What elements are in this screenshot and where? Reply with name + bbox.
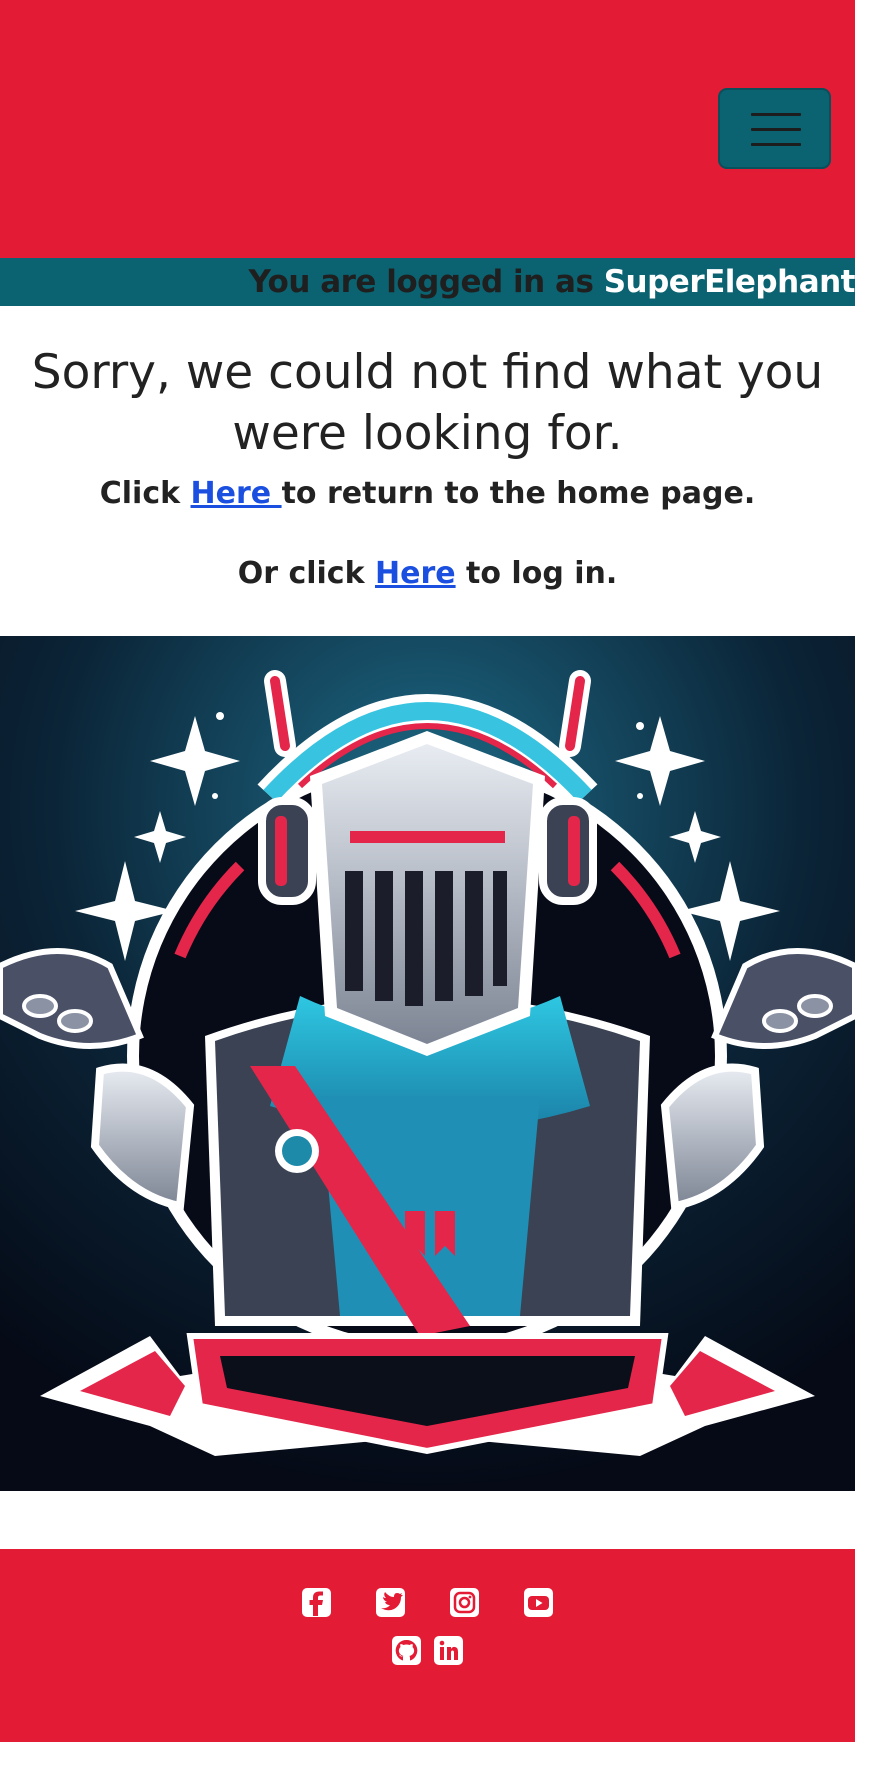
- login-status-banner: You are logged in as SuperElephant: [0, 258, 855, 306]
- login-link-line: Or click Here to log in.: [0, 556, 855, 591]
- home-link-line: Click Here to return to the home page.: [0, 476, 855, 511]
- home-link-suffix: to return to the home page.: [281, 476, 756, 511]
- home-link-prefix: Click: [99, 476, 191, 511]
- menu-toggle-button[interactable]: [718, 88, 831, 169]
- social-links-row: [0, 1587, 855, 1618]
- page-title: Sorry, we could not find what you were l…: [31, 345, 824, 461]
- username: SuperElephant: [603, 264, 855, 300]
- login-link-prefix: Or click: [237, 556, 375, 591]
- twitter-icon[interactable]: [375, 1587, 406, 1618]
- hamburger-menu-icon-bar: [751, 128, 801, 131]
- login-link[interactable]: Here: [375, 556, 456, 591]
- github-icon[interactable]: [391, 1635, 422, 1666]
- not-found-message: Sorry, we could not find what you were l…: [0, 306, 855, 636]
- instagram-icon[interactable]: [449, 1587, 480, 1618]
- login-status-text: You are logged in as: [248, 264, 594, 300]
- hamburger-menu-icon-bar: [751, 113, 801, 116]
- home-page-link[interactable]: Here: [191, 476, 282, 511]
- facebook-icon[interactable]: [301, 1587, 332, 1618]
- site-footer: [0, 1549, 855, 1742]
- linkedin-icon[interactable]: [433, 1635, 464, 1666]
- login-link-suffix: to log in.: [455, 556, 618, 591]
- hamburger-menu-icon-bar: [751, 143, 801, 146]
- youtube-icon[interactable]: [523, 1587, 554, 1618]
- social-links-row: [0, 1635, 855, 1666]
- page: You are logged in as SuperElephant Sorry…: [0, 0, 855, 1782]
- site-header: [0, 0, 855, 258]
- knight-shrugging-illustration: [0, 636, 855, 1491]
